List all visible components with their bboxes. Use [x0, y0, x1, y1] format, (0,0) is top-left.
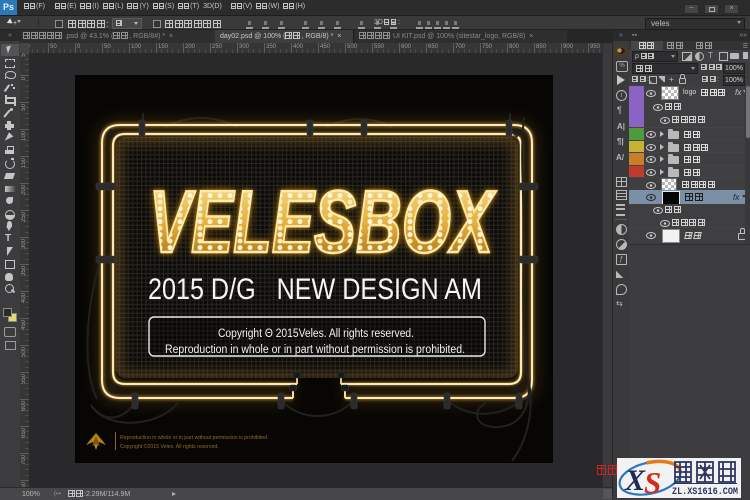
svg-text:2015 D/G NEW DESIGN AM: 2015 D/G NEW DESIGN AM — [148, 273, 482, 306]
svg-text:Reproduction in whole or in pa: Reproduction in whole or in part without… — [165, 344, 465, 356]
svg-text:Copyright Θ 2015Veles. All rig: Copyright Θ 2015Veles. All rights reserv… — [218, 328, 414, 340]
svg-text:VELESBOX: VELESBOX — [149, 172, 497, 271]
svg-text:Copyright ©2015 Veles. All rig: Copyright ©2015 Veles. All rights reserv… — [120, 443, 219, 450]
svg-text:X: X — [624, 464, 646, 497]
svg-text:S: S — [644, 465, 661, 498]
svg-text:Reproduction in whole or in pa: Reproduction in whole or in part without… — [120, 435, 269, 441]
svg-text:ZL.XS1616.COM: ZL.XS1616.COM — [672, 487, 738, 498]
